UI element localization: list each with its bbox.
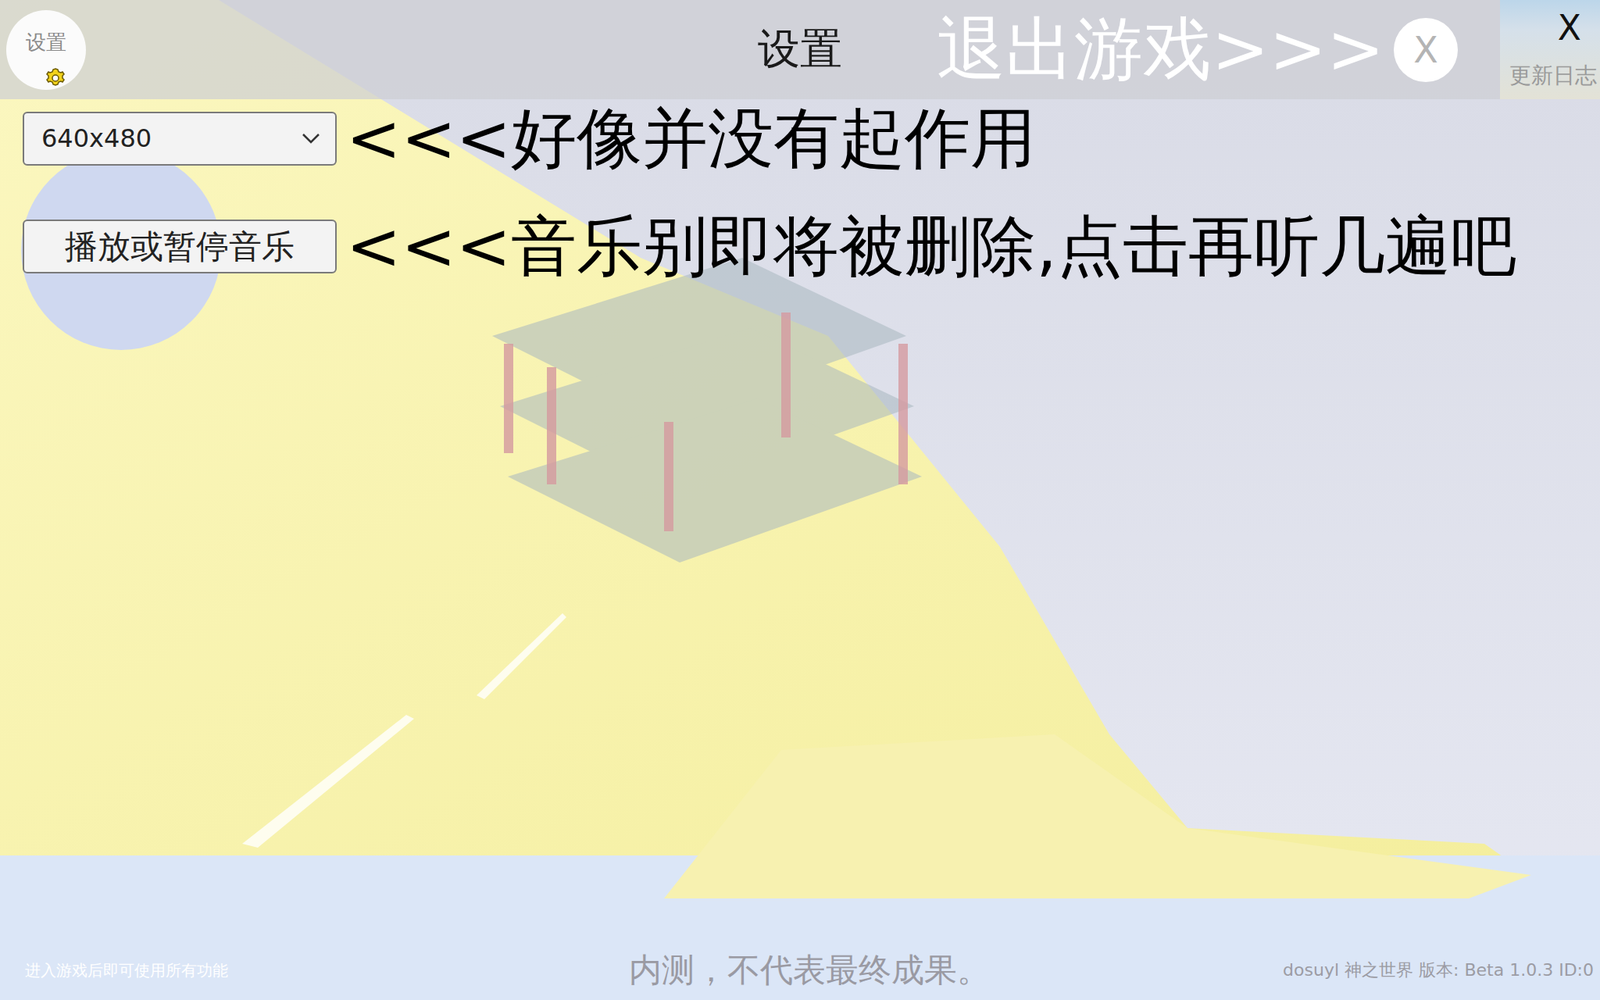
exit-game-label: 退出游戏>>> [936, 3, 1385, 97]
changelog-button[interactable]: 更新日志 [1509, 60, 1597, 91]
top-bar: 设置设置退出游戏>>>XX更新日志 [0, 0, 1600, 100]
settings-button-label: 设置 [25, 28, 67, 57]
footer: 进入游戏后即可使用所有功能内测，不代表最终成果。dosuyl 神之世界 版本: … [0, 948, 1600, 1000]
settings-overlay: 设置设置退出游戏>>>XX更新日志640x480<<<好像并没有起作用播放或暂停… [0, 0, 1600, 1000]
setting-note: <<<好像并没有起作用 [346, 102, 1036, 175]
settings-button[interactable]: 设置 [6, 10, 86, 90]
setting-note: <<<音乐别即将被删除,点击再听几遍吧 [346, 210, 1517, 283]
spacer [0, 282, 1600, 949]
settings-list: 640x480<<<好像并没有起作用播放或暂停音乐<<<音乐别即将被删除,点击再… [0, 99, 1600, 283]
gear-icon [43, 66, 68, 90]
footer-hint: 进入游戏后即可使用所有功能 [25, 960, 629, 982]
music-toggle-button[interactable]: 播放或暂停音乐 [22, 219, 337, 274]
setting-row: 640x480 <<<好像并没有起作用 [22, 102, 1600, 175]
version-label: dosuyl 神之世界 版本: Beta 1.0.3 ID:0 [989, 958, 1594, 983]
changelog-panel: X 更新日志 [1500, 0, 1600, 100]
close-button[interactable]: X [1557, 10, 1597, 46]
select-value: 640x480 [41, 123, 152, 154]
setting-row: 播放或暂停音乐<<<音乐别即将被删除,点击再听几遍吧 [22, 210, 1600, 283]
chevron-down-icon [300, 132, 322, 145]
exit-game-button[interactable]: X [1393, 17, 1458, 83]
top-left: 设置 [0, 10, 750, 90]
top-right: 退出游戏>>>XX更新日志 [850, 0, 1600, 100]
settings-title: 设置 [750, 21, 850, 79]
resolution-select[interactable]: 640x480 [22, 111, 337, 166]
beta-notice: 内测，不代表最终成果。 [628, 948, 990, 993]
